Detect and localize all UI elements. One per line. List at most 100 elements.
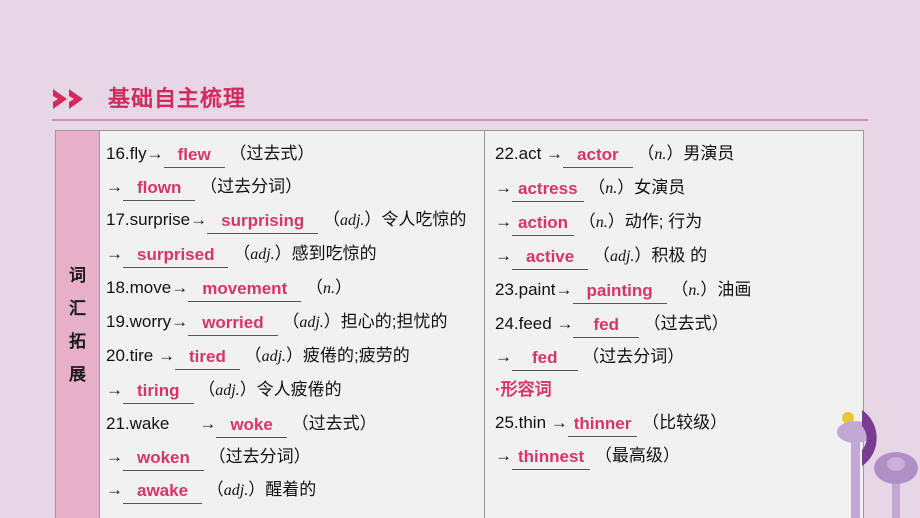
vocab-entry: → fed （过去分词） — [495, 340, 859, 373]
entry-text: （ — [666, 280, 689, 299]
vocab-entry: 20.tire → tired （adj.）疲倦的;疲劳的 — [106, 339, 480, 373]
entry-text: → — [106, 380, 123, 399]
entry-text: 23.paint→ — [495, 280, 573, 299]
vocab-entry: → woken （过去分词） — [106, 440, 480, 473]
entry-text: ）醒着的 — [248, 480, 317, 499]
part-of-speech: adj. — [609, 248, 635, 265]
entry-text: （ — [277, 312, 300, 331]
entry-text: → — [495, 246, 512, 265]
entry-text: 24.feed → — [495, 314, 574, 333]
answer-blank: fed — [573, 314, 639, 338]
entry-text: 19.worry→ — [106, 312, 189, 331]
entry-text: ）女演员 — [617, 178, 686, 197]
entry-text: → — [495, 178, 512, 197]
part-of-speech: adj. — [215, 382, 240, 399]
entry-text: 17.surprise→ — [106, 210, 208, 229]
vocab-entry: → flown （过去分词） — [106, 170, 480, 203]
entry-text: （ — [632, 144, 655, 163]
part-of-speech: n. — [688, 282, 701, 299]
entry-text: → — [495, 212, 512, 231]
vocabulary-table: 词汇拓展 16.fly→ flew （过去式） → flown （过去分词） 17.su… — [55, 130, 864, 518]
row-label-char-2: 拓 — [69, 331, 86, 351]
vocab-entry: → tiring （adj.）令人疲倦的 — [106, 373, 480, 407]
entry-text: （ — [588, 246, 610, 265]
entry-text: ）动作; 行为 — [607, 212, 703, 231]
vocab-entry: ·形容词 — [495, 373, 859, 406]
page-title: 基础自主梳理 — [108, 86, 247, 111]
entry-text: ） — [334, 278, 352, 297]
subsection-heading: ·形容词 — [495, 380, 552, 399]
entry-text: （ — [202, 480, 224, 499]
entry-text: （过去分词） — [203, 447, 311, 466]
vocab-entry: 19.worry→ worried （adj.）担心的;担忧的 — [106, 305, 480, 339]
part-of-speech: n. — [322, 280, 335, 297]
entry-text: ）感到吃惊的 — [274, 244, 377, 263]
vocab-column-left: 16.fly→ flew （过去式） → flown （过去分词） 17.surpris… — [100, 131, 485, 518]
answer-blank: actor — [563, 144, 633, 168]
vocab-entry: 17.surprise→ surprising （adj.）令人吃惊的 — [106, 203, 480, 237]
part-of-speech: adj. — [250, 246, 275, 263]
answer-blank: surprising — [207, 210, 319, 234]
vocab-entry: → thinnest （最高级） — [495, 439, 859, 472]
cap-right-inner — [887, 457, 905, 471]
entry-text: ）疲倦的;疲劳的 — [286, 346, 410, 365]
vocab-entry: 25.thin → thinner （比较级） — [495, 406, 859, 439]
entry-text: ）令人疲倦的 — [239, 380, 342, 399]
answer-blank: woken — [123, 447, 204, 471]
entry-text: → — [495, 347, 512, 366]
answer-blank: thinner — [567, 413, 638, 437]
answer-blank: surprised — [123, 244, 229, 268]
part-of-speech: n. — [605, 180, 618, 197]
entry-text: （ — [574, 212, 596, 231]
row-label-char-0: 词 — [69, 265, 86, 285]
answer-blank: thinnest — [512, 446, 591, 470]
double-chevron-right-icon — [53, 89, 83, 109]
entry-text: ）担心的;担忧的 — [323, 312, 448, 331]
entry-text: 21.wake — [106, 414, 170, 433]
answer-blank: woke — [216, 414, 287, 438]
crescent-shape — [862, 410, 877, 466]
part-of-speech: adj. — [339, 212, 365, 229]
entry-text: ）油画 — [700, 280, 752, 299]
answer-blank: action — [512, 212, 575, 236]
vocab-entry: → actress （n.）女演员 — [495, 171, 859, 205]
answer-blank: worried — [188, 312, 278, 336]
vocab-entry: 21.wake → woke （过去式） — [106, 407, 480, 440]
part-of-speech: n. — [654, 146, 667, 163]
vocab-entry: 16.fly→ flew （过去式） — [106, 137, 480, 170]
part-of-speech: adj. — [223, 482, 249, 499]
vocab-column-right: 22.act → actor （n.）男演员 → actress （n.）女演员 → ac… — [485, 131, 863, 518]
entry-text: → — [106, 244, 123, 263]
entry-text: 20.tire → — [106, 346, 175, 365]
entry-text: （最高级） — [590, 446, 680, 465]
entry-text: （ — [193, 380, 216, 399]
entry-text: → — [106, 480, 123, 499]
part-of-speech: adj. — [299, 314, 324, 331]
entry-text: （过去分词） — [577, 347, 685, 366]
part-of-speech: adj. — [261, 348, 287, 365]
entry-text: ）令人吃惊的 — [364, 210, 467, 229]
entry-text: 16.fly→ — [106, 144, 164, 163]
entry-text: （过去式） — [286, 414, 377, 433]
entry-text: → — [106, 177, 123, 196]
answer-blank: fed — [512, 347, 578, 371]
entry-text: （过去式） — [224, 144, 315, 163]
entry-text: → — [495, 446, 512, 465]
answer-blank: active — [512, 246, 589, 270]
vocab-entry: → active （adj.）积极 的 — [495, 239, 859, 273]
entry-text: （过去分词） — [195, 177, 303, 196]
header-divider — [52, 119, 868, 121]
entry-text: 25.thin → — [495, 413, 568, 432]
vocab-entry: 18.move→ movement （n.） — [106, 271, 480, 305]
entry-text: → — [199, 414, 217, 433]
entry-text: （ — [301, 278, 323, 297]
entry-text: → — [106, 447, 123, 466]
answer-blank: actress — [512, 178, 584, 202]
entry-text: （ — [239, 346, 262, 365]
entry-text: 22.act → — [495, 144, 564, 163]
entry-text: （过去式） — [638, 314, 729, 333]
entry-text: （ — [318, 210, 340, 229]
stem-right — [892, 466, 900, 518]
vocab-entry: → awake （adj.）醒着的 — [106, 473, 480, 507]
vocab-entry: 22.act → actor （n.）男演员 — [495, 137, 859, 171]
